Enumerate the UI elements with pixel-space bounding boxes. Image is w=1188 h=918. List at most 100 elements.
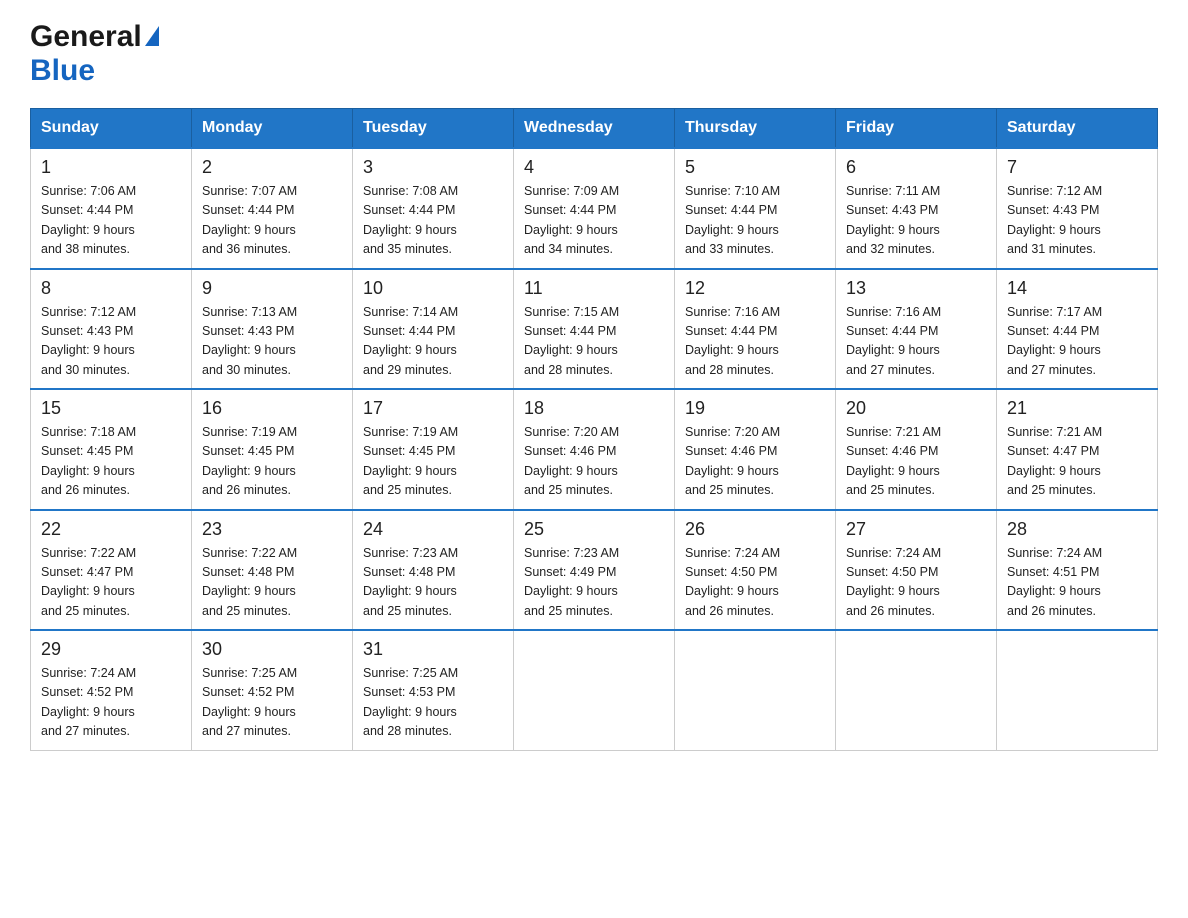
day-info: Sunrise: 7:24 AMSunset: 4:50 PMDaylight:…	[685, 546, 780, 618]
calendar-cell	[997, 630, 1158, 750]
day-number: 22	[41, 519, 181, 540]
calendar-cell	[675, 630, 836, 750]
calendar-cell: 8 Sunrise: 7:12 AMSunset: 4:43 PMDayligh…	[31, 269, 192, 390]
calendar-cell: 27 Sunrise: 7:24 AMSunset: 4:50 PMDaylig…	[836, 510, 997, 631]
weekday-header-monday: Monday	[192, 109, 353, 149]
day-number: 18	[524, 398, 664, 419]
day-info: Sunrise: 7:19 AMSunset: 4:45 PMDaylight:…	[202, 425, 297, 497]
day-info: Sunrise: 7:14 AMSunset: 4:44 PMDaylight:…	[363, 305, 458, 377]
day-number: 3	[363, 157, 503, 178]
weekday-header-thursday: Thursday	[675, 109, 836, 149]
day-number: 15	[41, 398, 181, 419]
day-number: 8	[41, 278, 181, 299]
day-info: Sunrise: 7:07 AMSunset: 4:44 PMDaylight:…	[202, 184, 297, 256]
calendar-cell: 31 Sunrise: 7:25 AMSunset: 4:53 PMDaylig…	[353, 630, 514, 750]
calendar-cell: 16 Sunrise: 7:19 AMSunset: 4:45 PMDaylig…	[192, 389, 353, 510]
calendar-cell: 2 Sunrise: 7:07 AMSunset: 4:44 PMDayligh…	[192, 148, 353, 269]
day-number: 10	[363, 278, 503, 299]
calendar-cell: 7 Sunrise: 7:12 AMSunset: 4:43 PMDayligh…	[997, 148, 1158, 269]
day-number: 9	[202, 278, 342, 299]
logo-triangle-icon	[145, 26, 159, 46]
day-info: Sunrise: 7:21 AMSunset: 4:46 PMDaylight:…	[846, 425, 941, 497]
day-number: 14	[1007, 278, 1147, 299]
day-number: 1	[41, 157, 181, 178]
day-info: Sunrise: 7:12 AMSunset: 4:43 PMDaylight:…	[1007, 184, 1102, 256]
calendar-cell: 18 Sunrise: 7:20 AMSunset: 4:46 PMDaylig…	[514, 389, 675, 510]
day-info: Sunrise: 7:22 AMSunset: 4:47 PMDaylight:…	[41, 546, 136, 618]
calendar-table: SundayMondayTuesdayWednesdayThursdayFrid…	[30, 108, 1158, 751]
calendar-cell: 26 Sunrise: 7:24 AMSunset: 4:50 PMDaylig…	[675, 510, 836, 631]
day-number: 5	[685, 157, 825, 178]
day-number: 31	[363, 639, 503, 660]
calendar-cell: 30 Sunrise: 7:25 AMSunset: 4:52 PMDaylig…	[192, 630, 353, 750]
day-number: 16	[202, 398, 342, 419]
weekday-header-row: SundayMondayTuesdayWednesdayThursdayFrid…	[31, 109, 1158, 149]
day-number: 12	[685, 278, 825, 299]
day-number: 26	[685, 519, 825, 540]
day-info: Sunrise: 7:20 AMSunset: 4:46 PMDaylight:…	[685, 425, 780, 497]
day-info: Sunrise: 7:22 AMSunset: 4:48 PMDaylight:…	[202, 546, 297, 618]
logo-blue-text: Blue	[30, 54, 95, 87]
day-number: 25	[524, 519, 664, 540]
calendar-cell: 22 Sunrise: 7:22 AMSunset: 4:47 PMDaylig…	[31, 510, 192, 631]
calendar-cell: 13 Sunrise: 7:16 AMSunset: 4:44 PMDaylig…	[836, 269, 997, 390]
day-info: Sunrise: 7:12 AMSunset: 4:43 PMDaylight:…	[41, 305, 136, 377]
day-info: Sunrise: 7:24 AMSunset: 4:50 PMDaylight:…	[846, 546, 941, 618]
day-info: Sunrise: 7:23 AMSunset: 4:49 PMDaylight:…	[524, 546, 619, 618]
day-number: 4	[524, 157, 664, 178]
day-info: Sunrise: 7:24 AMSunset: 4:51 PMDaylight:…	[1007, 546, 1102, 618]
weekday-header-friday: Friday	[836, 109, 997, 149]
day-info: Sunrise: 7:16 AMSunset: 4:44 PMDaylight:…	[685, 305, 780, 377]
weekday-header-tuesday: Tuesday	[353, 109, 514, 149]
calendar-cell: 4 Sunrise: 7:09 AMSunset: 4:44 PMDayligh…	[514, 148, 675, 269]
day-number: 13	[846, 278, 986, 299]
calendar-cell: 3 Sunrise: 7:08 AMSunset: 4:44 PMDayligh…	[353, 148, 514, 269]
day-info: Sunrise: 7:17 AMSunset: 4:44 PMDaylight:…	[1007, 305, 1102, 377]
week-row-3: 15 Sunrise: 7:18 AMSunset: 4:45 PMDaylig…	[31, 389, 1158, 510]
day-number: 7	[1007, 157, 1147, 178]
calendar-cell	[514, 630, 675, 750]
day-number: 17	[363, 398, 503, 419]
week-row-5: 29 Sunrise: 7:24 AMSunset: 4:52 PMDaylig…	[31, 630, 1158, 750]
page-header: General Blue	[30, 20, 1158, 88]
day-info: Sunrise: 7:21 AMSunset: 4:47 PMDaylight:…	[1007, 425, 1102, 497]
calendar-cell	[836, 630, 997, 750]
day-number: 24	[363, 519, 503, 540]
calendar-cell: 20 Sunrise: 7:21 AMSunset: 4:46 PMDaylig…	[836, 389, 997, 510]
calendar-cell: 10 Sunrise: 7:14 AMSunset: 4:44 PMDaylig…	[353, 269, 514, 390]
calendar-cell: 29 Sunrise: 7:24 AMSunset: 4:52 PMDaylig…	[31, 630, 192, 750]
calendar-cell: 28 Sunrise: 7:24 AMSunset: 4:51 PMDaylig…	[997, 510, 1158, 631]
calendar-cell: 14 Sunrise: 7:17 AMSunset: 4:44 PMDaylig…	[997, 269, 1158, 390]
calendar-cell: 11 Sunrise: 7:15 AMSunset: 4:44 PMDaylig…	[514, 269, 675, 390]
day-info: Sunrise: 7:08 AMSunset: 4:44 PMDaylight:…	[363, 184, 458, 256]
day-number: 20	[846, 398, 986, 419]
day-info: Sunrise: 7:20 AMSunset: 4:46 PMDaylight:…	[524, 425, 619, 497]
day-number: 30	[202, 639, 342, 660]
logo: General Blue	[30, 20, 159, 88]
day-info: Sunrise: 7:23 AMSunset: 4:48 PMDaylight:…	[363, 546, 458, 618]
calendar-cell: 25 Sunrise: 7:23 AMSunset: 4:49 PMDaylig…	[514, 510, 675, 631]
week-row-1: 1 Sunrise: 7:06 AMSunset: 4:44 PMDayligh…	[31, 148, 1158, 269]
day-info: Sunrise: 7:13 AMSunset: 4:43 PMDaylight:…	[202, 305, 297, 377]
weekday-header-saturday: Saturday	[997, 109, 1158, 149]
calendar-cell: 15 Sunrise: 7:18 AMSunset: 4:45 PMDaylig…	[31, 389, 192, 510]
day-number: 21	[1007, 398, 1147, 419]
calendar-cell: 19 Sunrise: 7:20 AMSunset: 4:46 PMDaylig…	[675, 389, 836, 510]
day-info: Sunrise: 7:09 AMSunset: 4:44 PMDaylight:…	[524, 184, 619, 256]
day-number: 28	[1007, 519, 1147, 540]
day-number: 2	[202, 157, 342, 178]
day-number: 19	[685, 398, 825, 419]
week-row-2: 8 Sunrise: 7:12 AMSunset: 4:43 PMDayligh…	[31, 269, 1158, 390]
calendar-cell: 17 Sunrise: 7:19 AMSunset: 4:45 PMDaylig…	[353, 389, 514, 510]
day-info: Sunrise: 7:15 AMSunset: 4:44 PMDaylight:…	[524, 305, 619, 377]
day-info: Sunrise: 7:10 AMSunset: 4:44 PMDaylight:…	[685, 184, 780, 256]
calendar-cell: 21 Sunrise: 7:21 AMSunset: 4:47 PMDaylig…	[997, 389, 1158, 510]
calendar-cell: 9 Sunrise: 7:13 AMSunset: 4:43 PMDayligh…	[192, 269, 353, 390]
day-info: Sunrise: 7:11 AMSunset: 4:43 PMDaylight:…	[846, 184, 940, 256]
day-number: 23	[202, 519, 342, 540]
calendar-cell: 24 Sunrise: 7:23 AMSunset: 4:48 PMDaylig…	[353, 510, 514, 631]
weekday-header-wednesday: Wednesday	[514, 109, 675, 149]
calendar-cell: 23 Sunrise: 7:22 AMSunset: 4:48 PMDaylig…	[192, 510, 353, 631]
calendar-cell: 5 Sunrise: 7:10 AMSunset: 4:44 PMDayligh…	[675, 148, 836, 269]
calendar-cell: 6 Sunrise: 7:11 AMSunset: 4:43 PMDayligh…	[836, 148, 997, 269]
